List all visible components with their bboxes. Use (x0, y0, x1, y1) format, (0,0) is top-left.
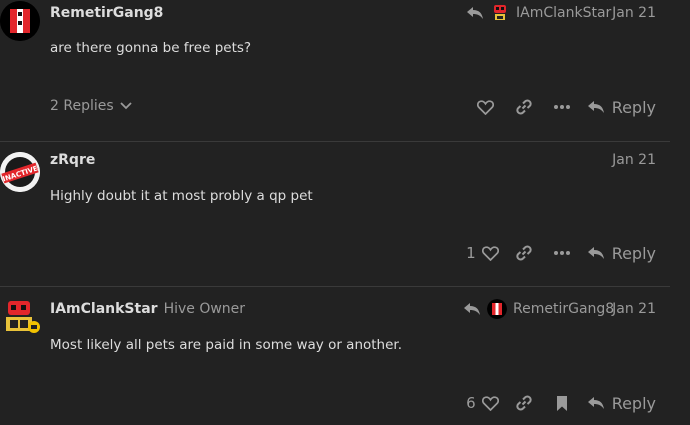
link-icon (516, 245, 532, 261)
like-count[interactable]: 1 (466, 244, 476, 262)
like-button[interactable]: 1 (466, 239, 505, 267)
reply-icon (587, 247, 604, 259)
more-options-button[interactable] (543, 93, 581, 121)
like-button[interactable]: 6 (466, 389, 505, 417)
username-line: IAmClankStar Hive Owner (50, 301, 245, 317)
like-count[interactable]: 6 (466, 394, 476, 412)
reply-to-username: IAmClankStar (516, 5, 612, 21)
user-title: Hive Owner (163, 301, 246, 317)
heart-icon (481, 395, 499, 411)
reply-arrow-icon (467, 7, 483, 19)
bookmark-button[interactable] (543, 389, 581, 417)
avatar[interactable] (0, 297, 40, 337)
avatar[interactable] (0, 1, 40, 41)
post-date[interactable]: Jan 21 (612, 301, 656, 317)
avatar-image (0, 1, 40, 41)
username[interactable]: zRqre (50, 152, 95, 168)
reply-arrow-icon (464, 303, 480, 315)
link-icon (516, 395, 532, 411)
post-remetirgang8: RemetirGang8 IAmClankStar Jan 21 are the… (0, 0, 690, 141)
reply-to-avatar (490, 3, 510, 23)
reply-icon (587, 101, 604, 113)
ellipsis-icon (553, 251, 570, 255)
reply-button[interactable]: Reply (587, 98, 656, 117)
reply-button[interactable]: Reply (587, 244, 656, 263)
post-actions: 1 Reply (466, 239, 656, 267)
avatar-image (6, 301, 40, 333)
heart-icon (477, 99, 495, 115)
username[interactable]: IAmClankStar (50, 301, 158, 317)
post-body: Highly doubt it at most probly a qp pet (50, 188, 313, 204)
post-iamclankstar: IAmClankStar Hive Owner RemetirGang8 Jan … (0, 287, 690, 425)
reply-button-label: Reply (611, 393, 656, 413)
more-options-button[interactable] (543, 239, 581, 267)
copy-link-button[interactable] (505, 239, 543, 267)
avatar-image: INACTIVE (0, 152, 40, 192)
post-body: are there gonna be free pets? (50, 40, 252, 56)
post-zrqre: INACTIVE zRqre Jan 21 Highly doubt it at… (0, 142, 690, 286)
post-date[interactable]: Jan 21 (612, 152, 656, 168)
post-body: Most likely all pets are paid in some wa… (50, 337, 403, 353)
copy-link-button[interactable] (505, 389, 543, 417)
replies-count-label: 2 Replies (50, 98, 114, 114)
reply-button-label: Reply (611, 97, 656, 117)
post-date[interactable]: Jan 21 (612, 5, 656, 21)
reply-to-indicator[interactable]: IAmClankStar (466, 3, 611, 23)
show-replies-button[interactable]: 2 Replies (50, 98, 132, 114)
heart-icon (481, 245, 499, 261)
link-icon (516, 99, 532, 115)
ellipsis-icon (553, 105, 570, 109)
reply-to-username: RemetirGang8 (513, 301, 615, 317)
reply-icon (587, 397, 604, 409)
post-actions: 6 Reply (466, 389, 656, 417)
copy-link-button[interactable] (505, 93, 543, 121)
chevron-down-icon (120, 102, 132, 110)
post-actions: Reply (467, 93, 656, 121)
username[interactable]: RemetirGang8 (50, 5, 163, 21)
reply-to-avatar (487, 299, 507, 319)
reply-button[interactable]: Reply (587, 394, 656, 413)
like-button[interactable] (467, 93, 505, 121)
reply-to-indicator[interactable]: RemetirGang8 (463, 299, 614, 319)
reply-button-label: Reply (611, 243, 656, 263)
bookmark-icon (556, 395, 567, 411)
avatar[interactable]: INACTIVE (0, 152, 40, 192)
